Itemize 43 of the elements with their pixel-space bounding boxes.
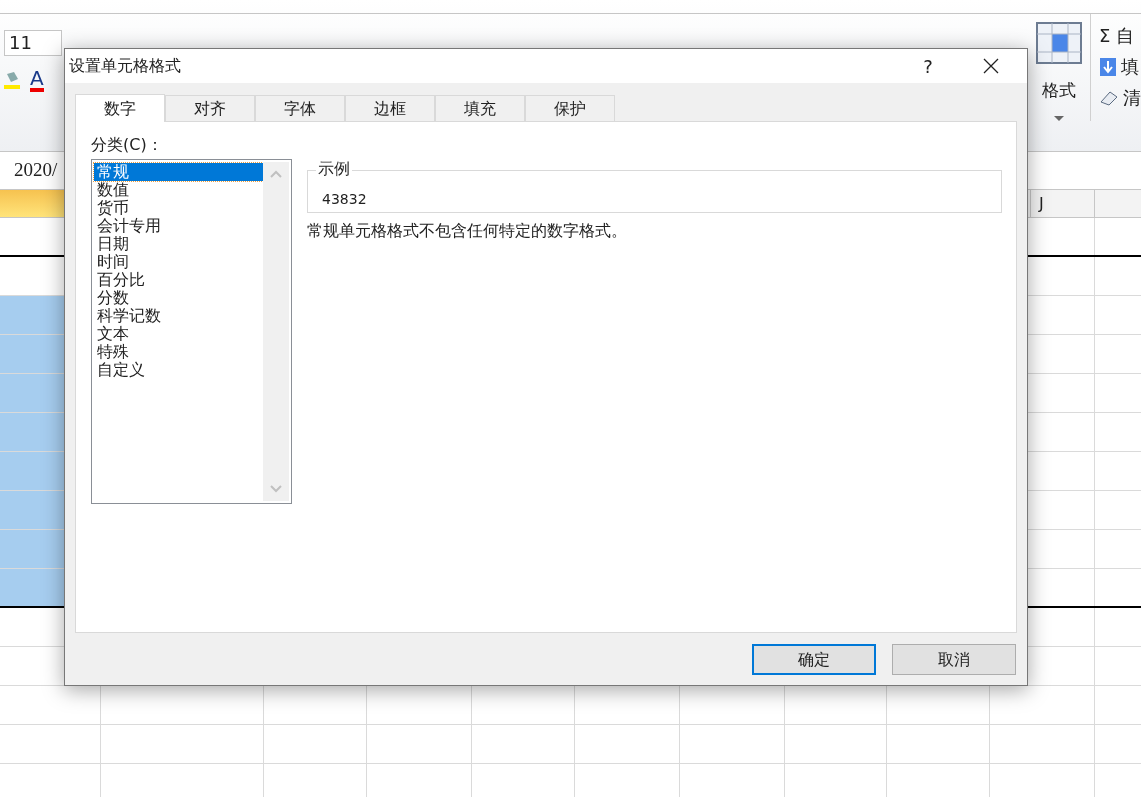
dialog-tab[interactable]: 对齐	[165, 95, 255, 121]
dialog-tab[interactable]: 字体	[255, 95, 345, 121]
category-label: 分类(C)：	[91, 134, 164, 156]
dialog-tab[interactable]: 填充	[435, 95, 525, 121]
category-item[interactable]: 自定义	[94, 361, 263, 379]
category-item[interactable]: 时间	[94, 253, 263, 271]
column-header[interactable]: J	[1030, 190, 1095, 217]
category-item[interactable]: 分数	[94, 289, 263, 307]
dialog-tab[interactable]: 数字	[75, 94, 165, 122]
dialog-tab[interactable]: 保护	[525, 95, 615, 121]
dialog-tab[interactable]: 边框	[345, 95, 435, 121]
close-icon[interactable]	[983, 58, 999, 74]
fill-down-icon	[1099, 56, 1117, 77]
fill-color-icon[interactable]	[4, 70, 22, 90]
category-item[interactable]: 特殊	[94, 343, 263, 361]
category-item[interactable]: 货币	[94, 199, 263, 217]
category-item[interactable]: 常规	[94, 163, 263, 181]
help-button[interactable]: ?	[913, 52, 943, 80]
scroll-down-icon[interactable]	[270, 485, 282, 493]
category-item[interactable]: 数值	[94, 181, 263, 199]
scroll-up-icon[interactable]	[270, 170, 282, 178]
format-description: 常规单元格格式不包含任何特定的数字格式。	[307, 220, 628, 242]
sample-value: 43832	[322, 191, 367, 207]
sample-legend: 示例	[316, 159, 352, 179]
category-item[interactable]: 科学记数	[94, 307, 263, 325]
category-list[interactable]: 常规 数值 货币 会计专用 日期 时间 百分比 分数 科学记数 文本 特殊 自定义	[91, 159, 292, 504]
scrollbar[interactable]	[263, 162, 289, 501]
column-header[interactable]	[0, 190, 64, 217]
font-color-button[interactable]: A	[30, 68, 44, 92]
category-item[interactable]: 日期	[94, 235, 263, 253]
ribbon-command[interactable]: 填	[1121, 53, 1139, 80]
dialog-title: 设置单元格格式	[68, 55, 181, 77]
category-item[interactable]: 会计专用	[94, 217, 263, 235]
dialog-button[interactable]: 取消	[892, 644, 1016, 675]
dialog-button[interactable]: 确定	[752, 644, 876, 675]
formula-bar-value: 2020/	[13, 158, 58, 183]
caret-icon	[1054, 115, 1064, 121]
font-size-field[interactable]: 11	[4, 30, 62, 56]
category-item[interactable]: 百分比	[94, 271, 263, 289]
format-button[interactable]: 格式	[1042, 78, 1076, 104]
ribbon-command[interactable]: 清	[1123, 84, 1141, 111]
category-item[interactable]: 文本	[94, 325, 263, 343]
ribbon-command[interactable]: Σ 自	[1099, 22, 1135, 49]
